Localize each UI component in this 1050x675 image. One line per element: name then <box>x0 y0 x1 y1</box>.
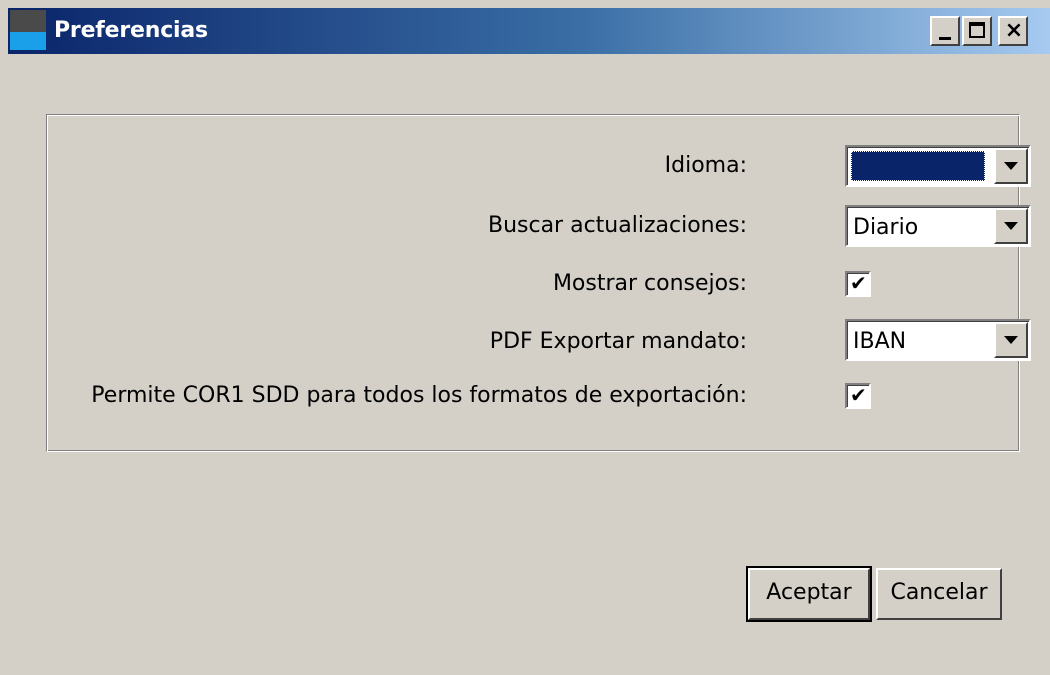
language-value <box>851 151 985 181</box>
language-dropdown[interactable] <box>845 145 1031 187</box>
language-label: Idioma: <box>664 153 747 178</box>
language-dropdown-button[interactable] <box>994 148 1028 184</box>
close-icon: × <box>1004 18 1024 43</box>
pdf-export-dropdown-button[interactable] <box>994 322 1028 358</box>
checkmark-icon: ✔ <box>850 383 867 407</box>
maximize-button[interactable] <box>962 16 992 46</box>
window-title: Preferencias <box>54 18 208 43</box>
tips-checkbox[interactable]: ✔ <box>845 271 871 297</box>
pdf-export-dropdown[interactable]: IBAN <box>845 319 1031 361</box>
updates-dropdown[interactable]: Diario <box>845 205 1031 247</box>
minimize-button[interactable] <box>930 16 960 46</box>
preferences-window: Preferencias × Idioma: Buscar actualizac… <box>8 8 1050 675</box>
app-icon <box>10 10 46 50</box>
pdf-export-label: PDF Exportar mandato: <box>489 329 747 354</box>
updates-value: Diario <box>853 215 919 240</box>
accept-button[interactable]: Aceptar <box>746 566 872 622</box>
updates-label: Buscar actualizaciones: <box>487 213 747 238</box>
checkmark-icon: ✔ <box>850 271 867 295</box>
close-button[interactable]: × <box>998 16 1028 46</box>
settings-group: Idioma: Buscar actualizaciones: Diario M… <box>46 114 1031 452</box>
tips-label: Mostrar consejos: <box>552 271 747 296</box>
chevron-down-icon <box>1004 222 1018 230</box>
chevron-down-icon <box>1004 162 1018 170</box>
cor1-label: Permite COR1 SDD para todos los formatos… <box>91 383 747 408</box>
updates-dropdown-button[interactable] <box>994 208 1028 244</box>
cancel-button[interactable]: Cancelar <box>876 568 1002 620</box>
cor1-checkbox[interactable]: ✔ <box>845 383 871 409</box>
chevron-down-icon <box>1004 336 1018 344</box>
maximize-icon <box>969 22 985 38</box>
pdf-export-value: IBAN <box>853 329 907 354</box>
title-bar[interactable]: Preferencias × <box>8 8 1050 54</box>
minimize-icon <box>939 37 951 40</box>
